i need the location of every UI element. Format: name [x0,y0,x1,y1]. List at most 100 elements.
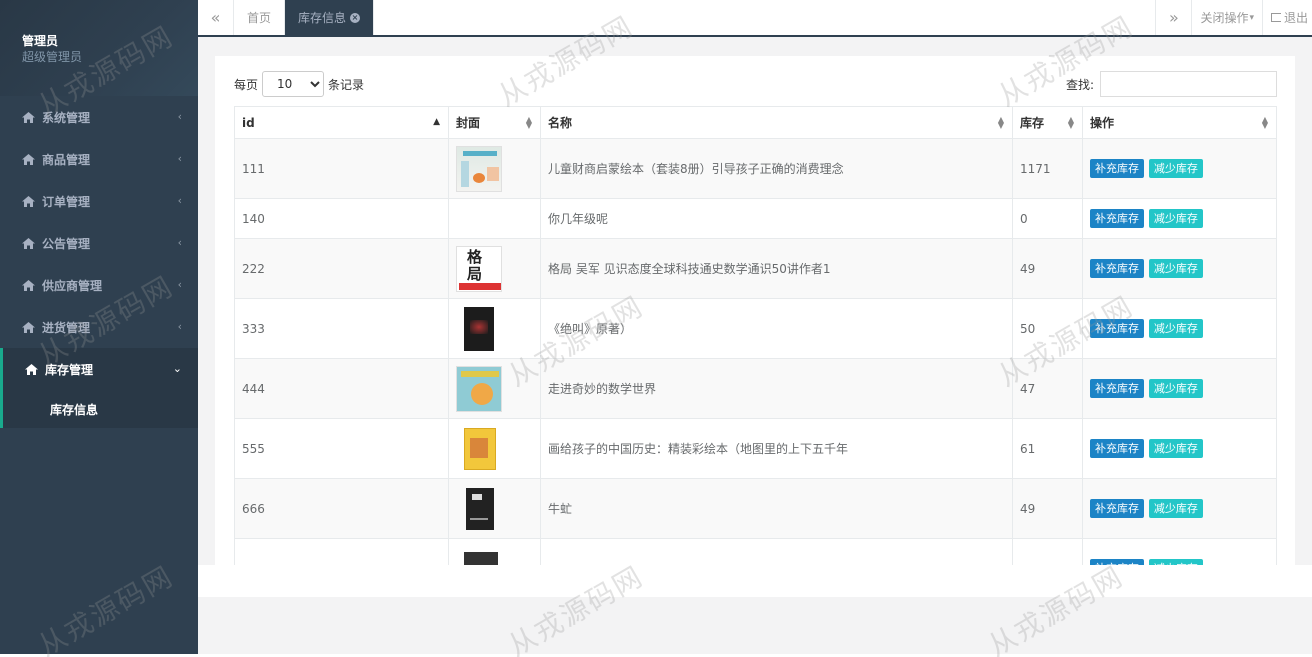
book-cover-image [456,306,502,352]
book-cover-image [456,486,502,532]
column-header-stock[interactable]: 库存 ▲ ▼ [1012,106,1083,139]
sidebar-item-notice[interactable]: 公告管理 ‹ [0,222,198,264]
search-label: 查找: [1065,77,1094,92]
book-cover-image [456,546,502,565]
reduce-stock-button[interactable]: 减少库存 [1148,439,1203,458]
add-stock-button[interactable]: 补充库存 [1090,159,1144,178]
sidebar-item-label: 库存管理 [45,362,94,377]
cell-name: 你几年级呢 [540,198,1013,239]
sidebar-item-purchase[interactable]: 进货管理 ‹ [0,306,198,348]
sign-out-icon [1270,13,1281,22]
cell-name [540,538,1013,565]
cell-name: 格局 吴军 见识态度全球科技通史数学通识50讲作者1 [540,238,1013,299]
sidebar-subitem-inventory-info[interactable]: 库存信息 [3,390,198,428]
sidebar-item-order[interactable]: 订单管理 ‹ [0,180,198,222]
tab-scroll-right-button[interactable]: » [1155,0,1191,35]
sidebar-item-label: 系统管理 [42,110,91,125]
header-label: 名称 [548,116,573,130]
tab-scroll-left-button[interactable]: « [198,0,234,35]
table-body: 111 儿童财商启蒙绘本（套装8册）引导孩子正确的消费理念 1171 补充库存 减少库… [234,138,1277,565]
footer-strip [198,565,1312,597]
sidebar-item-system[interactable]: 系统管理 ‹ [0,96,198,138]
tab-inventory-info[interactable]: 库存信息 × [285,0,375,35]
sort-icon: ▲ ▼ [1067,115,1074,130]
add-stock-button[interactable]: 补充库存 [1090,209,1144,228]
chevron-left-icon: ‹ [177,152,182,165]
reduce-stock-button[interactable]: 减少库存 [1148,379,1203,398]
add-stock-button[interactable]: 补充库存 [1090,319,1144,338]
add-stock-button[interactable]: 补充库存 [1090,259,1144,278]
cell-cover [448,478,541,539]
sidebar-item-inventory[interactable]: 库存管理 ⌄ [3,348,198,390]
per-page-suffix: 条记录 [328,77,365,92]
cell-actions: 补充库存 减少库存 [1082,418,1277,479]
cell-id: 333 [234,298,449,359]
tab-label: 库存信息 [298,11,347,25]
table-row: 444 走进奇妙的数学世界 47 补充库存 减少库存 [234,358,1277,419]
cell-id: 666 [234,478,449,539]
column-header-id[interactable]: id ▲ [234,106,449,139]
add-stock-button[interactable]: 补充库存 [1090,379,1144,398]
chevron-left-icon: ‹ [177,110,182,123]
cell-stock: 50 [1012,298,1083,359]
chevron-left-icon: ‹ [177,320,182,333]
cell-name: 儿童财商启蒙绘本（套装8册）引导孩子正确的消费理念 [540,138,1013,199]
home-icon [25,363,38,375]
home-icon [22,279,35,291]
cell-stock: 49 [1012,478,1083,539]
cell-actions: 补充库存 减少库存 [1082,298,1277,359]
home-icon [22,195,35,207]
reduce-stock-button[interactable]: 减少库存 [1148,159,1203,178]
cell-cover: 格局 [448,238,541,299]
home-icon [22,111,35,123]
per-page-select[interactable]: 10 [262,71,325,97]
column-header-name[interactable]: 名称 ▲ ▼ [540,106,1013,139]
close-ops-label: 关闭操作 [1200,11,1249,25]
cell-stock: 1171 [1012,138,1083,199]
sidebar-menu: 系统管理 ‹ 商品管理 ‹ 订单管理 ‹ 公告管理 ‹ 供应商管理 ‹ 进货管理 ‹ [0,96,198,348]
user-name: 管理员 [22,34,59,48]
cell-cover [448,138,541,199]
cell-name: 牛虻 [540,478,1013,539]
double-right-arrow-icon: » [1169,8,1179,27]
user-profile[interactable]: 管理员 超级管理员 [0,0,198,96]
table-header-row: id ▲ 封面 ▲ ▼ 名称 ▲ ▼ 库存 ▲ ▼ 操作 ▲ ▼ [234,106,1277,139]
chevron-left-icon: ‹ [177,194,182,207]
cell-actions: 补充库存 减少库存 [1082,238,1277,299]
table-row: 222 格局 格局 吴军 见识态度全球科技通史数学通识50讲作者1 49 补充库存 减少… [234,238,1277,299]
home-icon [22,153,35,165]
add-stock-button[interactable]: 补充库存 [1090,499,1144,518]
close-tab-icon[interactable]: × [350,12,361,23]
logout-button[interactable]: 退出 [1261,0,1312,35]
cell-stock: 49 [1012,238,1083,299]
sidebar-item-product[interactable]: 商品管理 ‹ [0,138,198,180]
cell-cover [448,418,541,479]
book-cover-image [456,145,502,192]
cell-actions: 补充库存 减少库存 [1082,478,1277,539]
logout-label: 退出 [1283,11,1308,25]
reduce-stock-button[interactable]: 减少库存 [1148,259,1203,278]
cell-actions: 补充库存 减少库存 [1082,198,1277,239]
table-row: 333 《绝叫》原著） 50 补充库存 减少库存 [234,298,1277,359]
home-icon [22,237,35,249]
cell-id: 555 [234,418,449,479]
per-page-prefix: 每页 [234,77,259,92]
column-header-cover[interactable]: 封面 ▲ ▼ [448,106,541,139]
add-stock-button[interactable]: 补充库存 [1090,439,1144,458]
table-row: 111 儿童财商启蒙绘本（套装8册）引导孩子正确的消费理念 1171 补充库存 减少库… [234,138,1277,199]
reduce-stock-button[interactable]: 减少库存 [1148,499,1203,518]
search-input[interactable] [1100,71,1277,97]
sort-icon: ▲ ▼ [1261,115,1268,130]
sidebar-item-supplier[interactable]: 供应商管理 ‹ [0,264,198,306]
cell-cover [448,298,541,359]
close-operations-dropdown[interactable]: 关闭操作 ▾ [1191,0,1262,35]
reduce-stock-button[interactable]: 减少库存 [1148,209,1203,228]
column-header-actions[interactable]: 操作 ▲ ▼ [1082,106,1277,139]
caret-down-icon: ▾ [1249,12,1254,23]
cell-name: 走进奇妙的数学世界 [540,358,1013,419]
tab-home[interactable]: 首页 [234,0,286,35]
table-row: 555 画给孩子的中国历史：精装彩绘本（地图里的上下五千年 61 补充库存 减少库存 [234,418,1277,479]
reduce-stock-button[interactable]: 减少库存 [1148,319,1203,338]
app-root: 管理员 超级管理员 系统管理 ‹ 商品管理 ‹ 订单管理 ‹ 公告管理 ‹ 供应商管理 ‹ 进货管理… [0,0,1312,657]
book-cover-image: 格局 [456,245,502,292]
